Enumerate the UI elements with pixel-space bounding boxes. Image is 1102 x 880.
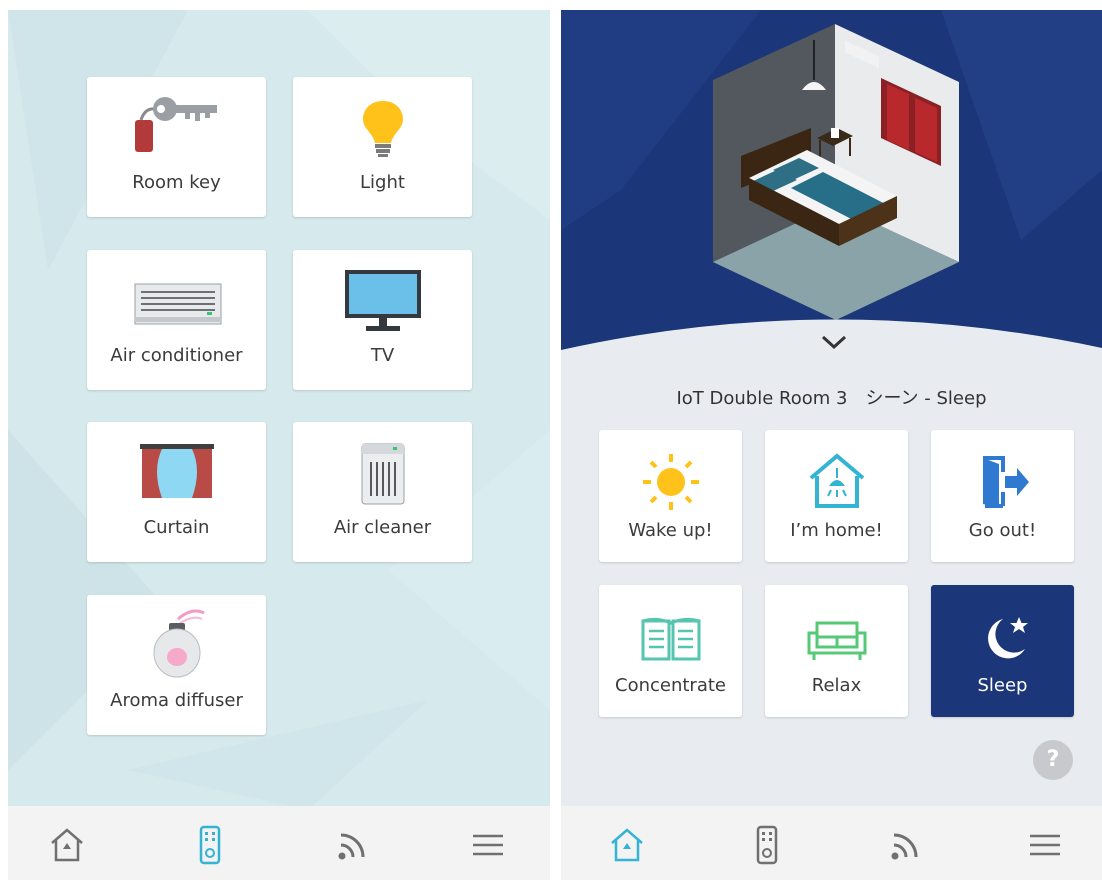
scene-card-go-out[interactable]: Go out! — [931, 430, 1074, 562]
device-label: Air conditioner — [110, 345, 243, 366]
moon-star-icon — [931, 613, 1074, 667]
scene-label: I’m home! — [790, 520, 883, 541]
scene-label: Wake up! — [628, 520, 713, 541]
device-card-air-cleaner[interactable]: Air cleaner — [293, 422, 472, 562]
scene-card-concentrate[interactable]: Concentrate — [599, 585, 742, 717]
home-icon[interactable] — [47, 825, 87, 865]
sofa-icon — [765, 617, 908, 663]
device-card-light[interactable]: Light — [293, 77, 472, 217]
scene-label: Concentrate — [615, 675, 726, 696]
menu-icon[interactable] — [468, 825, 508, 865]
scenes-screen: IoT Double Room 3 シーン - Sleep Wake up! I… — [561, 10, 1102, 880]
device-card-aroma-diffuser[interactable]: Aroma diffuser — [87, 595, 266, 735]
room-illustration-header — [561, 10, 1102, 350]
device-card-tv[interactable]: TV — [293, 250, 472, 390]
scene-card-sleep[interactable]: Sleep — [931, 585, 1074, 717]
menu-icon[interactable] — [1025, 825, 1065, 865]
exit-door-icon — [931, 452, 1074, 512]
scene-label: Relax — [811, 675, 862, 696]
help-button[interactable]: ? — [1033, 740, 1073, 780]
remote-icon[interactable] — [190, 825, 230, 865]
wifi-icon[interactable] — [333, 825, 373, 865]
scene-label: Go out! — [968, 520, 1037, 541]
book-icon — [599, 615, 742, 665]
device-card-curtain[interactable]: Curtain — [87, 422, 266, 562]
scene-card-relax[interactable]: Relax — [765, 585, 908, 717]
device-card-air-conditioner[interactable]: Air conditioner — [87, 250, 266, 390]
air-cleaner-icon — [293, 440, 472, 508]
device-label: Light — [360, 172, 405, 193]
devices-screen: Room key Light Air conditioner TV Curtai… — [8, 10, 550, 880]
key-icon — [87, 95, 266, 159]
light-bulb-icon — [293, 95, 472, 159]
scene-card-im-home[interactable]: I’m home! — [765, 430, 908, 562]
tv-icon — [293, 268, 472, 336]
scene-label: Sleep — [977, 675, 1028, 696]
device-label: Room key — [132, 172, 221, 193]
curtain-icon — [87, 440, 266, 504]
sun-icon — [599, 452, 742, 512]
bedroom-illustration — [713, 24, 959, 320]
bottom-nav-bar — [561, 806, 1102, 880]
device-label: Air cleaner — [333, 517, 432, 538]
device-label: TV — [370, 345, 395, 366]
device-label: Curtain — [143, 517, 210, 538]
home-light-icon — [765, 452, 908, 512]
device-card-room-key[interactable]: Room key — [87, 77, 266, 217]
chevron-down-icon[interactable] — [819, 332, 849, 356]
remote-icon[interactable] — [747, 825, 787, 865]
aroma-diffuser-icon — [87, 605, 266, 681]
wifi-icon[interactable] — [886, 825, 926, 865]
home-icon[interactable] — [607, 825, 647, 865]
device-label: Aroma diffuser — [110, 690, 243, 711]
scene-card-wake-up[interactable]: Wake up! — [599, 430, 742, 562]
room-title: IoT Double Room 3 シーン - Sleep — [676, 388, 987, 409]
bottom-nav-bar — [8, 806, 550, 880]
air-conditioner-icon — [87, 268, 266, 332]
